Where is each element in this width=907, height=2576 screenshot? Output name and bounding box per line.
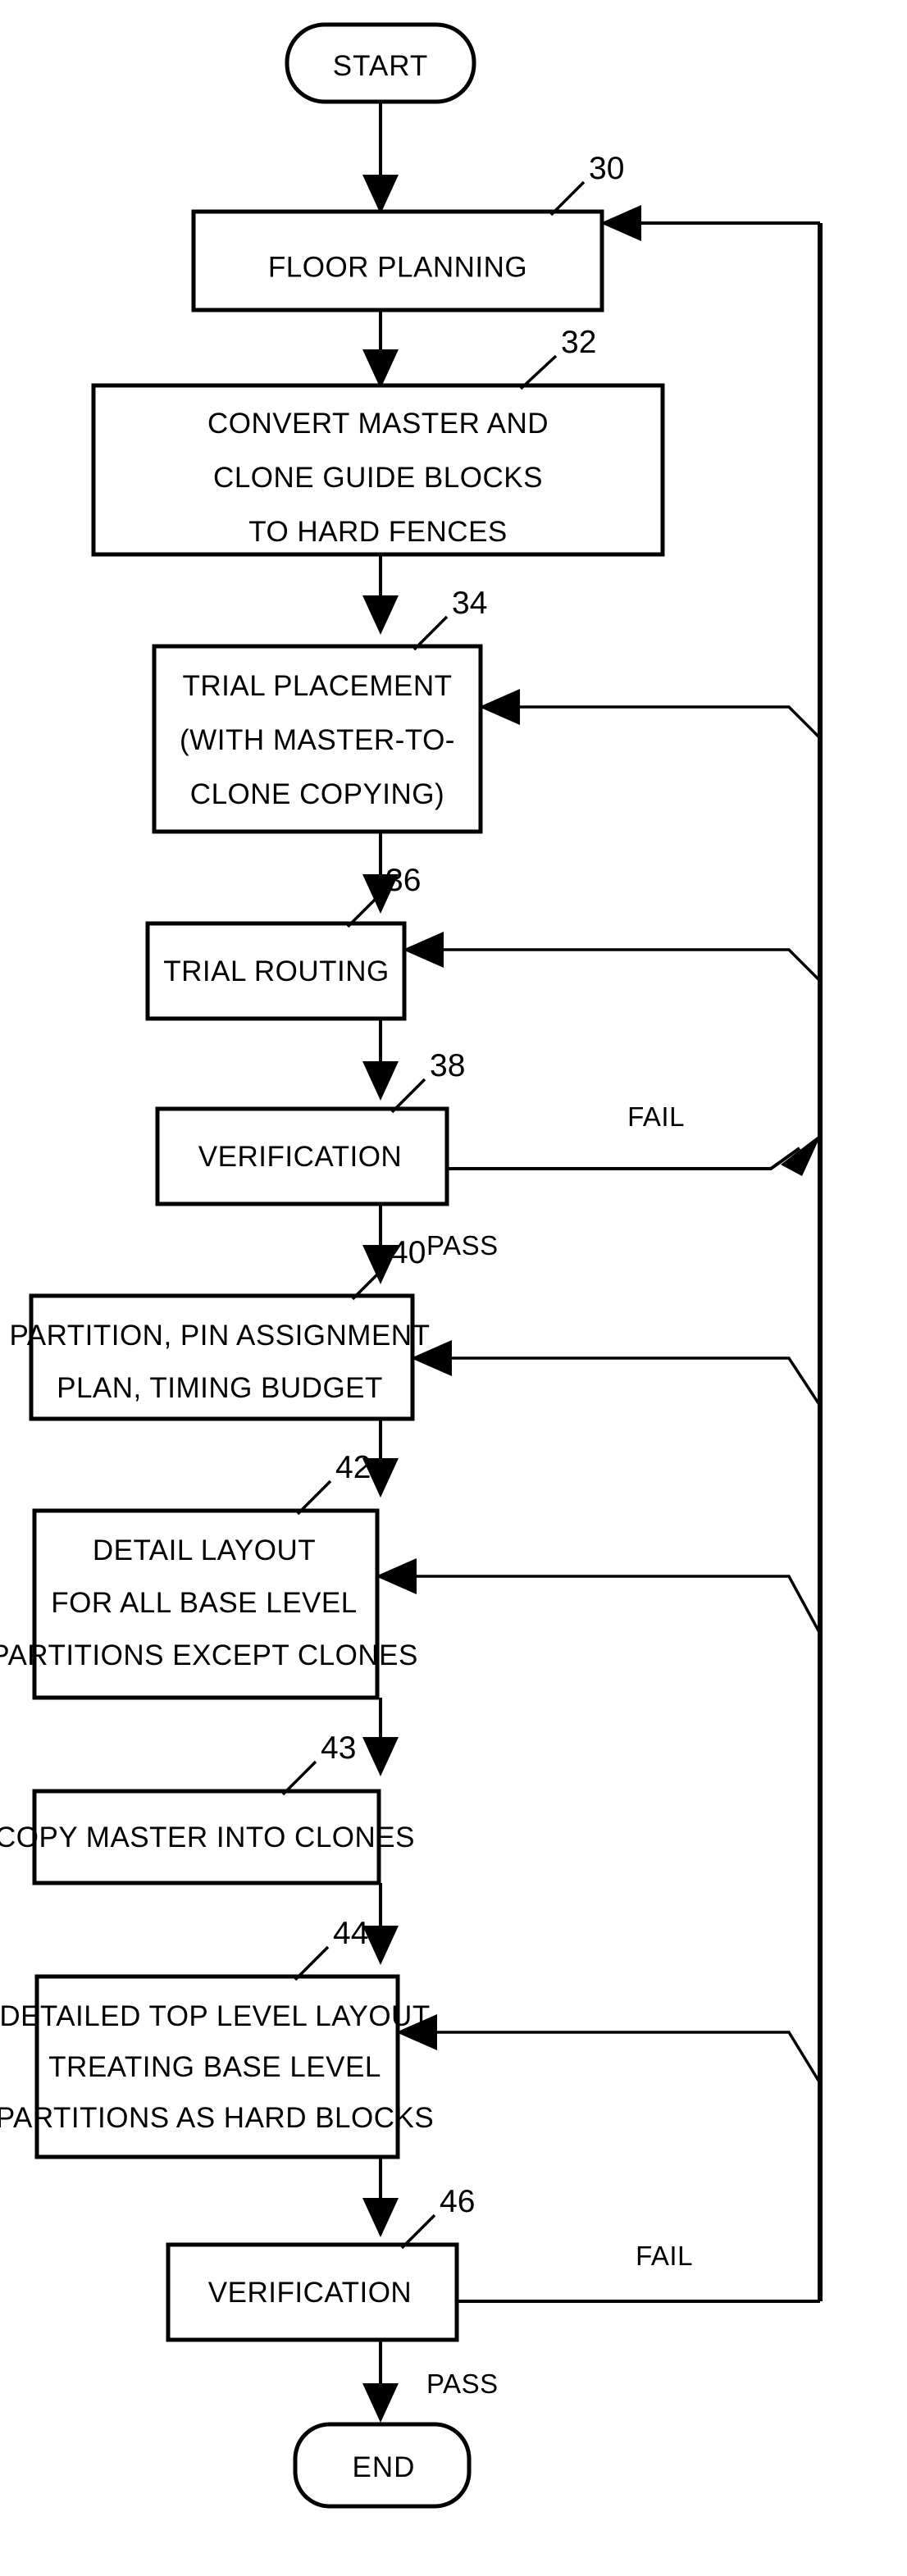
node-end: END (293, 2422, 472, 2509)
node-40-line-1: PLAN, TIMING BUDGET (57, 1372, 383, 1404)
node-38-line-0: VERIFICATION (198, 1141, 402, 1173)
node-42: DETAIL LAYOUT FOR ALL BASE LEVEL PARTITI… (0, 1450, 418, 1700)
node-30: FLOOR PLANNING 30 (191, 151, 624, 312)
node-38-ref: 38 (430, 1048, 465, 1083)
node-44-line-0: DETAILED TOP LEVEL LAYOUT (0, 2000, 431, 2032)
flowchart-svg: START FLOOR PLANNING 30 CONVERT MASTER A… (0, 22, 823, 2509)
edge-46-pass: PASS (362, 2340, 499, 2423)
node-44-line-2: PARTITIONS AS HARD BLOCKS (0, 2102, 434, 2134)
node-42-line-1: FOR ALL BASE LEVEL (51, 1587, 357, 1619)
node-32-ref: 32 (561, 325, 596, 360)
node-43: COPY MASTER INTO CLONES 43 (0, 1730, 415, 1885)
node-42-ref: 42 (335, 1450, 371, 1485)
edge-46-fail: FAIL (457, 2241, 820, 2303)
node-32-line-0: CONVERT MASTER AND (207, 408, 549, 440)
edge-46-fail-label: FAIL (636, 2241, 693, 2271)
edge-30-to-32 (362, 310, 399, 389)
node-34: TRIAL PLACEMENT (WITH MASTER-TO- CLONE C… (152, 586, 487, 834)
node-start: START (285, 22, 476, 104)
node-36-line-0: TRIAL ROUTING (163, 955, 390, 987)
node-30-ref: 30 (589, 151, 624, 186)
edge-44-to-46 (362, 2157, 399, 2237)
node-46-ref: 46 (440, 2184, 475, 2219)
node-42-line-2: PARTITIONS EXCEPT CLONES (0, 1639, 418, 1671)
edge-38-pass: PASS (362, 1204, 499, 1284)
node-44-ref: 44 (333, 1916, 368, 1951)
node-46-line-0: VERIFICATION (208, 2277, 412, 2309)
edge-start-to-30 (362, 102, 399, 214)
node-40-line-0: PARTITION, PIN ASSIGNMENT (10, 1320, 431, 1352)
end-label: END (353, 2451, 416, 2483)
node-30-line-0: FLOOR PLANNING (268, 251, 527, 283)
edge-bus-to-34 (479, 689, 822, 740)
edge-46-pass-label: PASS (426, 2369, 499, 2399)
edge-38-fail: FAIL (447, 1101, 822, 1176)
edge-bus-to-44 (396, 2014, 822, 2084)
edge-38-pass-label: PASS (426, 1230, 499, 1261)
node-34-line-2: CLONE COPYING) (190, 778, 444, 810)
node-42-line-0: DETAIL LAYOUT (93, 1534, 316, 1566)
edge-32-to-34 (362, 554, 399, 635)
node-36-ref: 36 (385, 863, 421, 898)
node-34-ref: 34 (452, 586, 487, 621)
node-43-line-0: COPY MASTER INTO CLONES (0, 1821, 415, 1853)
node-44: DETAILED TOP LEVEL LAYOUT TREATING BASE … (0, 1916, 434, 2159)
node-38: VERIFICATION 38 (155, 1048, 465, 1206)
node-34-line-0: TRIAL PLACEMENT (182, 670, 452, 702)
node-34-line-1: (WITH MASTER-TO- (180, 724, 455, 756)
node-43-ref: 43 (321, 1730, 356, 1766)
start-label: START (333, 50, 429, 82)
edge-36-to-38 (362, 1019, 399, 1101)
edge-38-fail-label: FAIL (627, 1101, 685, 1132)
node-46: VERIFICATION 46 (166, 2184, 475, 2342)
node-32-line-1: CLONE GUIDE BLOCKS (213, 462, 543, 494)
edge-bus-to-40 (411, 1340, 822, 1407)
edge-bus-to-42 (376, 1558, 822, 1635)
flowchart-canvas: START FLOOR PLANNING 30 CONVERT MASTER A… (0, 0, 907, 2576)
node-32-line-2: TO HARD FENCES (248, 516, 508, 548)
edge-42-to-43 (362, 1698, 399, 1776)
edge-bus-to-36 (403, 932, 822, 983)
node-40: PARTITION, PIN ASSIGNMENT PLAN, TIMING B… (10, 1235, 431, 1421)
node-44-line-1: TREATING BASE LEVEL (48, 2051, 381, 2083)
node-40-ref: 40 (390, 1235, 426, 1270)
edge-bus-to-30 (600, 205, 820, 241)
